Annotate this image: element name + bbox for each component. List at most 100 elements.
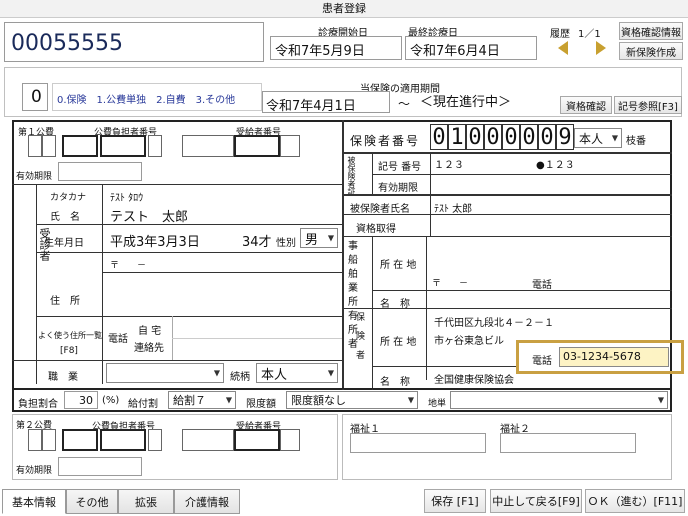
tab-care-info-label: 介護情報 [185,495,229,509]
relation-label: 続柄 [230,372,250,383]
kana-value[interactable]: ﾃｽﾄ ﾀﾛｳ [110,189,143,204]
name-label: 氏 名 [50,212,80,223]
start-date-field[interactable]: 令和7年5月9日 [270,36,402,60]
digit-6: 0 [520,124,538,150]
insurer-vertical-label: 保険者 [354,312,364,369]
job-select[interactable]: ▼ [106,363,224,383]
tab-other-label: その他 [75,495,109,509]
kohi1-expiry-field[interactable] [58,162,142,181]
ok-button[interactable]: ＯＫ（進む）[F11] [585,489,685,513]
relation-select[interactable]: 本人 ▼ [256,363,338,383]
welfare-1-field[interactable] [350,433,486,453]
tab-care-info[interactable]: 介護情報 [174,489,240,514]
kana-label: カタカナ [50,193,87,203]
history-next-icon[interactable] [596,41,606,55]
digit-3: 0 [466,124,484,150]
burden-ratio-input[interactable]: 30 [64,391,98,409]
cancel-button[interactable]: 中止して戻る[F9] [490,489,582,513]
start-date-value: 令和7年5月9日 [275,44,365,59]
insured-card-vertical-label: 被保険者証 [347,156,356,196]
period-start-value: 令和7年4月1日 [266,99,356,114]
acquired-label: 資格取得 [356,224,396,235]
insurance-type-options: 0.保険 1.公費単独 2.自費 3.その他 [52,83,262,111]
record-reference-button[interactable]: 記号参照[F3] [614,96,682,114]
chevron-down-icon: ▼ [327,233,334,243]
branch-label: 枝番 [626,136,646,147]
digit-7: 0 [538,124,556,150]
insurance-type-input[interactable]: 0 [22,83,48,111]
chevron-down-icon: ▼ [657,395,664,405]
tab-extension[interactable]: 拡張 [118,489,174,514]
dob-value[interactable]: 平成3年3月3日 [110,231,200,250]
last-date-field[interactable]: 令和7年6月4日 [405,36,537,60]
insured-expiry-label: 有効期限 [378,183,418,194]
chevron-down-icon: ▼ [225,395,232,405]
qualification-check-button[interactable]: 資格確認 [560,96,612,114]
digit-1: 0 [430,124,448,150]
record-reference-label: 記号参照[F3] [618,101,678,113]
symbol-value[interactable]: １２３ [434,156,464,171]
relation-select-value: 本人 [261,367,288,383]
benefit-select-value: 給割７ [173,394,206,407]
save-button-label: 保存 [F1] [431,495,479,508]
tab-other[interactable]: その他 [66,489,118,514]
insured-name-label: 被保険者氏名 [350,204,410,215]
insurer-address-1[interactable]: 千代田区九段北４－２－１ [434,314,554,329]
limit-select[interactable]: 限度額なし ▼ [286,391,418,409]
sex-select[interactable]: 男 ▼ [300,228,338,248]
age-value: 34才 [242,235,272,250]
chevron-down-icon: ▼ [407,395,414,405]
insured-relation-select[interactable]: 本人 ▼ [574,128,622,148]
qualification-info-label: 資格確認情報 [621,27,681,39]
cancel-button-label: 中止して戻る[F9] [492,495,580,508]
kohi2-expiry-field[interactable] [58,457,142,476]
limit-select-value: 限度額なし [291,394,346,407]
name-value[interactable]: テスト 太郎 [110,206,188,225]
insurer-address-label: 所 在 地 [380,337,417,348]
digit-2: 1 [448,124,466,150]
insurance-type-value: 0 [31,87,42,107]
number-value[interactable]: ●１２３ [536,156,575,171]
save-button[interactable]: 保存 [F1] [424,489,486,513]
tab-basic-info-label: 基本情報 [12,495,56,509]
patient-id: 00055555 [11,31,123,56]
burden-ratio-unit: (%) [102,395,120,406]
office-phone-label: 電話 [532,280,552,291]
job-label: 職 業 [48,372,78,383]
postal-value[interactable]: 〒 － [110,258,146,271]
chevron-down-icon: ▼ [327,368,334,378]
frequent-address-key: [F8] [60,346,78,356]
office-address-label: 所 在 地 [380,260,417,271]
period-start-field[interactable]: 令和7年4月1日 [262,91,390,114]
last-date-value: 令和7年6月4日 [410,44,500,59]
benefit-select[interactable]: 給割７ ▼ [168,391,236,409]
region-select[interactable]: ▼ [450,391,668,409]
history-prev-icon[interactable] [558,41,568,55]
insured-relation-value: 本人 [579,131,604,146]
limit-label: 限度額 [246,399,276,410]
new-insurance-label: 新保険作成 [626,47,676,59]
region-label: 地単 [428,399,447,409]
symbol-label: 記号 番号 [378,162,422,173]
insurer-number-label: 保険者番号 [350,134,421,148]
insurer-name-value[interactable]: 全国健康保険協会 [434,371,514,386]
insurer-address-2[interactable]: 市ヶ谷東急ビル [434,332,504,347]
qualification-check-label: 資格確認 [566,101,606,113]
kohi2-expiry-label: 有効期限 [16,466,53,476]
office-postal[interactable]: 〒 － [432,276,468,289]
burden-ratio-label: 負担割合 [18,399,58,410]
qualification-info-button[interactable]: 資格確認情報 [619,22,683,40]
digit-5: 0 [502,124,520,150]
new-insurance-button[interactable]: 新保険作成 [619,42,683,60]
period-end: ＜現在進行中＞ [420,95,512,110]
frequent-address-label[interactable]: よく使う住所一覧 [38,330,102,341]
window-title: 患者登録 [322,2,366,15]
tab-basic-info[interactable]: 基本情報 [2,489,66,514]
patient-id-box[interactable]: 00055555 [4,22,264,62]
insurer-phone-highlight [516,340,684,374]
insured-name-value[interactable]: ﾃｽﾄ 太郎 [434,200,472,215]
history-label: 履歴 [550,29,570,40]
welfare-2-field[interactable] [500,433,636,453]
history-page: 1／1 [578,29,601,40]
chevron-down-icon: ▼ [213,368,220,378]
